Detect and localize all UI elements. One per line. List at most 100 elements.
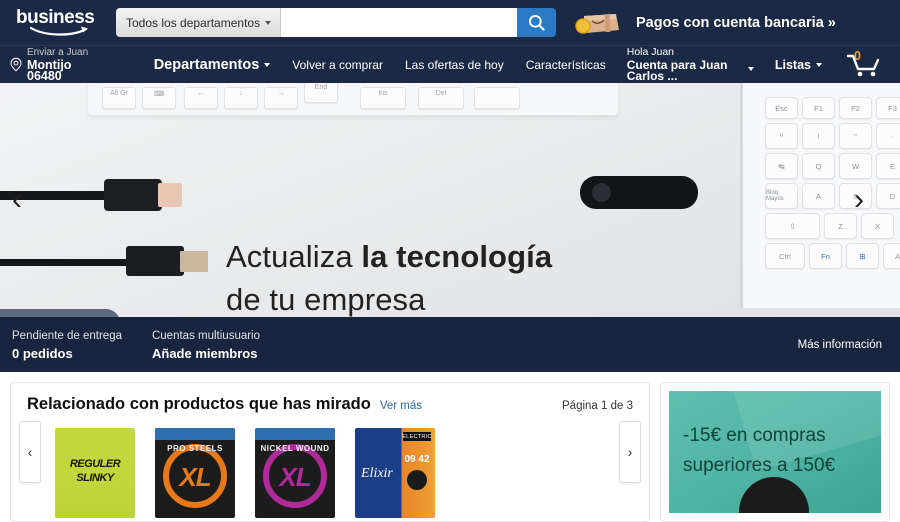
chevron-down-icon xyxy=(816,62,822,67)
ethernet-plug-image xyxy=(158,183,182,207)
product-image-text: SLINKY xyxy=(76,472,114,484)
search-department-dropdown[interactable]: Todos los departamentos xyxy=(116,8,282,37)
related-products-carousel: Relacionado con productos que has mirado… xyxy=(10,382,650,522)
shopping-cart-button[interactable]: 0 xyxy=(833,48,890,78)
carousel-see-more-link[interactable]: Ver más xyxy=(380,400,422,412)
product-image-ernie-ball-regular-slinky: REGULER SLINKY xyxy=(55,428,135,518)
location-pin-icon xyxy=(10,57,22,72)
multiuser-accounts-info[interactable]: Cuentas multiusuario Añade miembros xyxy=(152,330,260,360)
chevron-down-icon xyxy=(747,66,754,71)
pending-delivery-info[interactable]: Pendiente de entrega 0 pedidos xyxy=(12,330,122,360)
search-bar: Todos los departamentos xyxy=(116,8,556,37)
webcam-lens-image xyxy=(592,183,611,202)
usb-connector-image xyxy=(126,246,184,276)
bank-account-payments-label: Pagos con cuenta bancaria » xyxy=(636,14,836,31)
product-image-daddario-pro-steels-xl: PRO STEELS XL xyxy=(155,428,235,518)
search-icon xyxy=(528,14,545,31)
discount-promo-card[interactable]: -15€ en compras superiores a 150€ xyxy=(660,382,890,522)
nav-link-buy-again[interactable]: Volver a comprar xyxy=(281,58,394,72)
account-menu[interactable]: Hola Juan Cuenta para Juan Carlos ... xyxy=(617,47,764,82)
keyboard-key: Fn xyxy=(809,243,842,269)
hero-title-line2: de tu empresa xyxy=(226,282,426,317)
hero-title-line1-plain: Actualiza xyxy=(226,239,362,274)
keyboard-key: Bloq Mayús xyxy=(765,183,798,209)
carousel-next-button[interactable]: › xyxy=(619,421,641,483)
hero-banner[interactable]: Alt Gr ⌨ ← ↓ → End Ins Del Esc F1 F2 F3 … xyxy=(0,83,900,317)
departments-menu-button[interactable]: Departamentos xyxy=(143,57,282,73)
keyboard-key: ↹ xyxy=(765,153,798,179)
product-item[interactable]: REGULER SLINKY xyxy=(55,428,135,520)
amazon-business-logo[interactable]: business xyxy=(10,8,106,36)
nav-link-features[interactable]: Características xyxy=(515,58,617,72)
keyboard-key: ⊞ xyxy=(846,243,879,269)
carousel-products-list: REGULER SLINKY PRO STEELS XL NICKEL WOUN… xyxy=(11,414,649,520)
account-name: Cuenta para Juan Carlos ... xyxy=(626,58,728,83)
bank-account-payments-link[interactable]: Pagos con cuenta bancaria » xyxy=(572,8,844,38)
carousel-header: Relacionado con productos que has mirado… xyxy=(11,383,649,414)
product-image-text: PRO STEELS xyxy=(167,444,223,453)
deliver-to-text: Enviar a Juan Montijo 06480 xyxy=(27,47,89,82)
hero-title: Actualiza la tecnología de tu empresa xyxy=(226,235,552,317)
keyboard-key: A xyxy=(802,183,835,209)
keyboard-key: X xyxy=(861,213,894,239)
ethernet-connector-image xyxy=(104,179,162,211)
multiuser-accounts-label: Cuentas multiusuario xyxy=(151,329,261,342)
keyboard-key: F2 xyxy=(839,97,872,119)
chevron-down-icon xyxy=(264,62,271,67)
cart-item-count: 0 xyxy=(854,48,861,63)
carousel-title: Relacionado con productos que has mirado xyxy=(27,395,371,413)
keyboard-key: ↓ xyxy=(224,87,258,109)
keyboard-key: ⌨ xyxy=(142,87,176,109)
keyboard-key: Z xyxy=(824,213,857,239)
product-image-text: NICKEL WOUND xyxy=(260,444,330,453)
hero-prev-button[interactable]: ‹ xyxy=(12,185,22,215)
amazon-smile-arrow-icon xyxy=(30,26,88,36)
pending-delivery-value: 0 pedidos xyxy=(12,345,73,361)
keyboard-key: Alt Gr xyxy=(102,87,136,109)
search-department-label: Todos los departamentos xyxy=(126,15,261,30)
discount-promo-text: -15€ en compras superiores a 150€ xyxy=(683,421,835,481)
search-submit-button[interactable] xyxy=(517,8,556,37)
product-item[interactable]: NICKEL WOUND XL xyxy=(255,428,335,520)
keyboard-key: F1 xyxy=(802,97,835,119)
more-info-link[interactable]: Más información xyxy=(798,339,888,351)
keyboard-key: Esc xyxy=(765,97,798,119)
keyboard-key: Ins xyxy=(360,87,406,109)
usb-cable-image xyxy=(0,259,130,266)
account-greeting: Hola Juan xyxy=(626,46,675,58)
product-image-badge: ELECTRIC xyxy=(402,432,432,441)
keyboard-key: D xyxy=(876,183,900,209)
keyboard-top-image: Alt Gr ⌨ ← ↓ → End Ins Del xyxy=(88,83,618,115)
keyboard-key: W xyxy=(839,153,872,179)
shopping-cart-icon xyxy=(846,54,880,76)
keyboard-key: End xyxy=(304,83,338,103)
product-image-text: REGULER xyxy=(69,458,121,470)
deliver-to-line1: Enviar a Juan xyxy=(27,47,89,58)
departments-label: Departamentos xyxy=(153,56,260,73)
chevron-down-icon xyxy=(265,20,272,25)
carousel-page-indicator: Página 1 de 3 xyxy=(562,400,633,412)
keyboard-key: Q xyxy=(802,153,835,179)
keyboard-key: º xyxy=(765,123,798,149)
secondary-navigation-bar: Enviar a Juan Montijo 06480 Departamento… xyxy=(0,45,900,83)
box-with-coin-icon xyxy=(575,13,619,34)
lists-menu-button[interactable]: Listas xyxy=(764,58,833,72)
keyboard-right-image: Esc F1 F2 F3 º ! " · ↹ Q W E Bloq Mayús … xyxy=(740,83,900,308)
deliver-to-address[interactable]: Enviar a Juan Montijo 06480 xyxy=(10,47,103,82)
search-input[interactable] xyxy=(281,8,517,37)
hero-title-line1-bold: la tecnología xyxy=(361,239,553,274)
product-image-brand: Elixir xyxy=(361,466,393,481)
product-image-header-band xyxy=(255,428,335,440)
keyboard-key: Ctrl xyxy=(765,243,805,269)
hero-next-button[interactable]: › xyxy=(854,185,864,215)
carousel-prev-button[interactable]: ‹ xyxy=(19,421,41,483)
top-navigation-bar: business Todos los departamentos Pagos c… xyxy=(0,0,900,45)
nav-link-todays-deals[interactable]: Las ofertas de hoy xyxy=(394,58,515,72)
keyboard-key: ← xyxy=(184,87,218,109)
pending-delivery-label: Pendiente de entrega xyxy=(12,329,122,342)
discount-promo-line2: superiores a 150€ xyxy=(683,455,836,476)
product-item[interactable]: PRO STEELS XL xyxy=(155,428,235,520)
product-item[interactable]: ELECTRIC 09 42 Elixir xyxy=(355,428,435,520)
keyboard-key: ⇧ xyxy=(765,213,820,239)
product-image-header-band xyxy=(155,428,235,440)
